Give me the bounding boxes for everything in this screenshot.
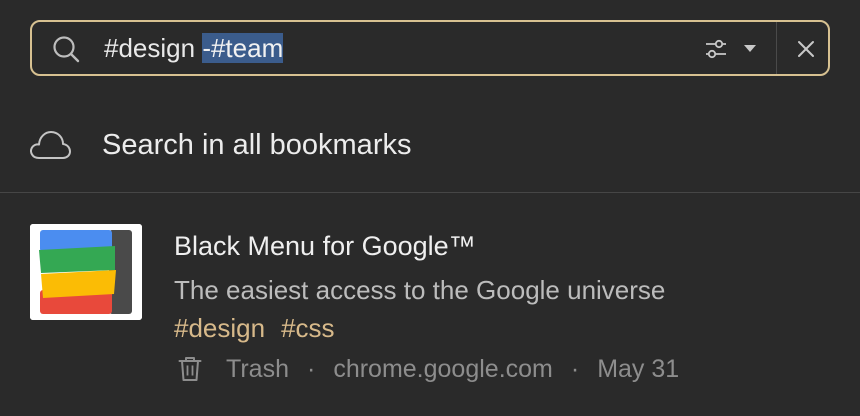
bookmarks-search-panel: #design -#team Search in all bookmarks B… bbox=[0, 0, 860, 416]
search-query-selected: -#team bbox=[202, 33, 284, 63]
search-query-text: #design bbox=[104, 33, 203, 63]
search-all-bookmarks-label: Search in all bookmarks bbox=[102, 129, 412, 161]
cloud-icon bbox=[30, 131, 71, 159]
bookmark-collection[interactable]: Trash bbox=[226, 352, 289, 386]
trash-icon bbox=[178, 357, 202, 381]
tag-css[interactable]: #css bbox=[281, 313, 334, 343]
bookmark-title[interactable]: Black Menu for Google™ bbox=[174, 228, 476, 264]
chevron-down-icon[interactable] bbox=[744, 44, 756, 54]
bookmark-meta: Trash · chrome.google.com · May 31 bbox=[174, 352, 679, 386]
meta-separator: · bbox=[570, 355, 580, 383]
search-bar[interactable]: #design -#team bbox=[30, 20, 830, 76]
filter-icon[interactable] bbox=[704, 37, 728, 61]
bookmark-description: The easiest access to the Google univers… bbox=[174, 275, 666, 305]
search-input[interactable]: #design -#team bbox=[104, 32, 284, 64]
search-all-bookmarks-row[interactable]: Search in all bookmarks bbox=[0, 112, 860, 180]
tag-design[interactable]: #design bbox=[174, 313, 265, 343]
bookmark-domain: chrome.google.com bbox=[333, 355, 553, 383]
bookmark-item[interactable]: Black Menu for Google™ The easiest acces… bbox=[0, 210, 860, 400]
section-divider bbox=[0, 192, 860, 193]
meta-separator: · bbox=[306, 355, 316, 383]
close-icon[interactable] bbox=[797, 40, 815, 58]
bookmark-date: May 31 bbox=[597, 355, 680, 383]
bookmark-tags: #design #css bbox=[174, 311, 335, 345]
search-bar-divider bbox=[776, 22, 777, 74]
search-icon bbox=[53, 36, 80, 63]
bookmark-thumbnail bbox=[30, 224, 142, 320]
